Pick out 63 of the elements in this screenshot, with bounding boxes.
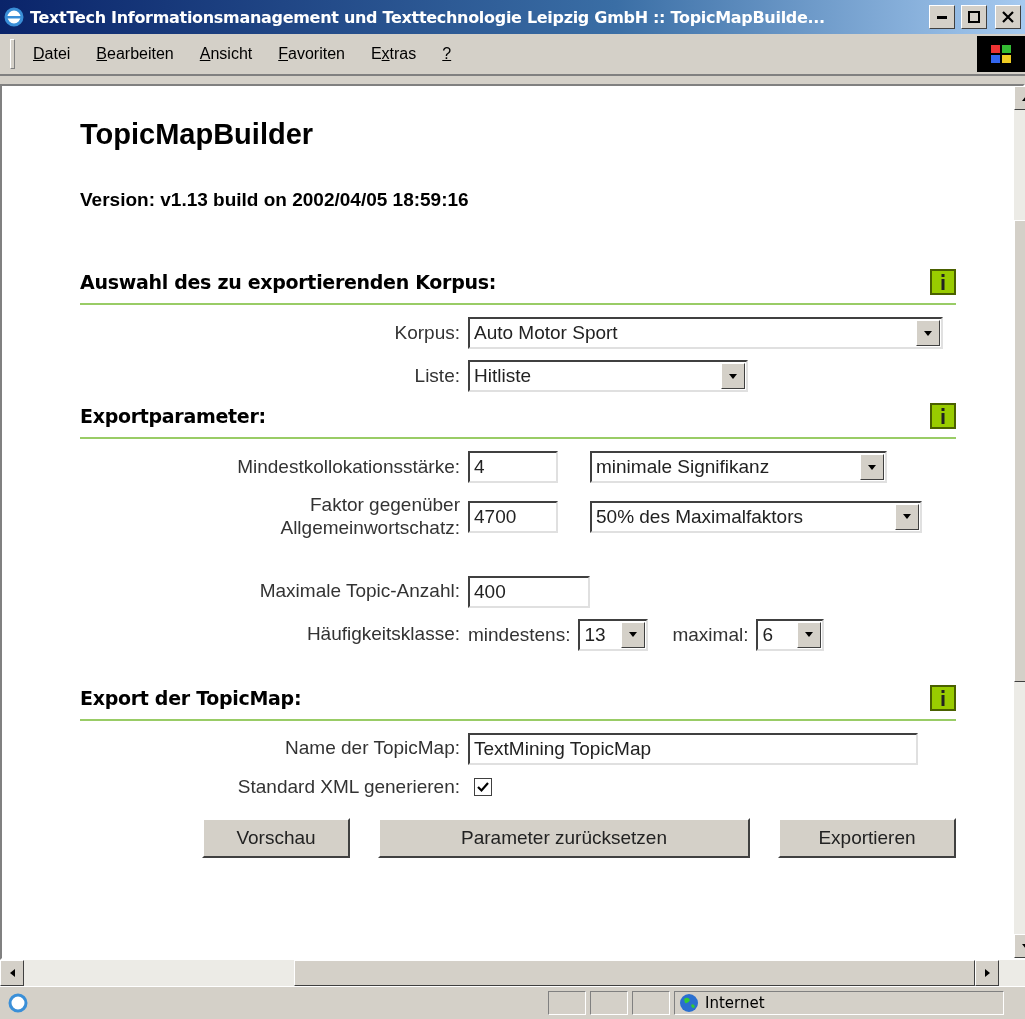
form-button[interactable]: Vorschau xyxy=(202,818,350,859)
maximize-button[interactable] xyxy=(961,5,987,29)
version-text: Version: v1.13 build on 2002/04/05 18:59:16 xyxy=(80,189,470,211)
field-label: Standard XML generieren: xyxy=(237,775,460,799)
field-label: Liste: xyxy=(414,364,460,388)
checkmark-icon xyxy=(477,781,489,793)
dropdown[interactable]: Auto Motor Sport xyxy=(468,317,943,349)
zone-text: Internet xyxy=(705,994,765,1012)
field-label: Faktor gegenüber Allgemeinwortschatz: xyxy=(279,494,460,540)
status-panel xyxy=(632,991,670,1015)
dropdown[interactable]: Hitliste xyxy=(468,360,748,392)
form-button[interactable]: Exportieren xyxy=(778,818,956,859)
dropdown-arrow-icon xyxy=(868,464,876,470)
dropdown[interactable]: 13 xyxy=(578,618,649,651)
input-field[interactable]: 4 xyxy=(468,451,558,483)
minimize-icon xyxy=(937,15,947,19)
maximize-icon xyxy=(968,11,980,23)
dropdown-arrow-icon xyxy=(729,373,737,379)
field-label: Korpus: xyxy=(394,321,460,345)
page-title: TopicMapBuilder xyxy=(80,118,315,151)
dropdown[interactable]: 50% des Maximalfaktors xyxy=(590,500,922,533)
checkbox[interactable] xyxy=(474,778,492,796)
input-field[interactable]: TextMining TopicMap xyxy=(468,732,918,765)
field-label: Mindestkollokationsstärke: xyxy=(237,455,460,479)
range-label: maximal: xyxy=(672,623,749,646)
horizontal-scrollbar[interactable] xyxy=(0,960,1025,986)
page-icon xyxy=(8,993,28,1013)
section-title: Auswahl des zu exportierenden Korpus: xyxy=(80,271,496,293)
field-label: Maximale Topic-Anzahl: xyxy=(259,580,460,603)
input-field[interactable]: 400 xyxy=(468,575,590,608)
section-title: Exportparameter: xyxy=(80,405,266,427)
range-label: mindestens: xyxy=(468,623,571,646)
globe-icon xyxy=(679,993,699,1013)
dropdown[interactable]: 6 xyxy=(756,618,825,651)
menu-item[interactable]: Favoriten xyxy=(278,45,345,63)
info-icon[interactable] xyxy=(930,269,956,295)
dropdown-arrow-icon xyxy=(924,330,932,336)
minimize-button[interactable] xyxy=(929,5,955,29)
field-label: Name der TopicMap: xyxy=(285,737,460,760)
dropdown[interactable]: minimale Signifikanz xyxy=(590,451,887,483)
menu-item[interactable]: Bearbeiten xyxy=(96,45,174,63)
close-icon xyxy=(1002,11,1014,23)
window-title: TextTech Informationsmanagement und Texttechnologie Leipzig GmbH :: TopicMapBuilde... xyxy=(30,7,826,27)
scroll-right-icon xyxy=(984,969,990,977)
dropdown-arrow-icon xyxy=(903,514,911,520)
scroll-left-icon xyxy=(9,969,15,977)
field-label: Häufigkeitsklasse: xyxy=(306,623,460,646)
form-button[interactable]: Parameter zurücksetzen xyxy=(378,818,750,859)
section-title: Export der TopicMap: xyxy=(80,686,302,709)
menu-item[interactable]: Extras xyxy=(370,45,417,63)
info-icon[interactable] xyxy=(930,403,956,429)
dropdown-arrow-icon xyxy=(805,632,814,638)
menu-item[interactable]: Datei xyxy=(33,45,71,63)
info-icon[interactable] xyxy=(930,684,956,711)
close-button[interactable] xyxy=(995,5,1021,29)
menu-item[interactable]: Ansicht xyxy=(199,45,253,63)
menu-item[interactable]: ? xyxy=(442,45,452,63)
status-panel xyxy=(548,991,586,1015)
dropdown-arrow-icon xyxy=(629,632,638,638)
input-field[interactable]: 4700 xyxy=(468,500,558,533)
browser-logo-icon xyxy=(4,7,24,27)
status-panel xyxy=(590,991,628,1015)
windows-logo-icon xyxy=(977,36,1025,72)
